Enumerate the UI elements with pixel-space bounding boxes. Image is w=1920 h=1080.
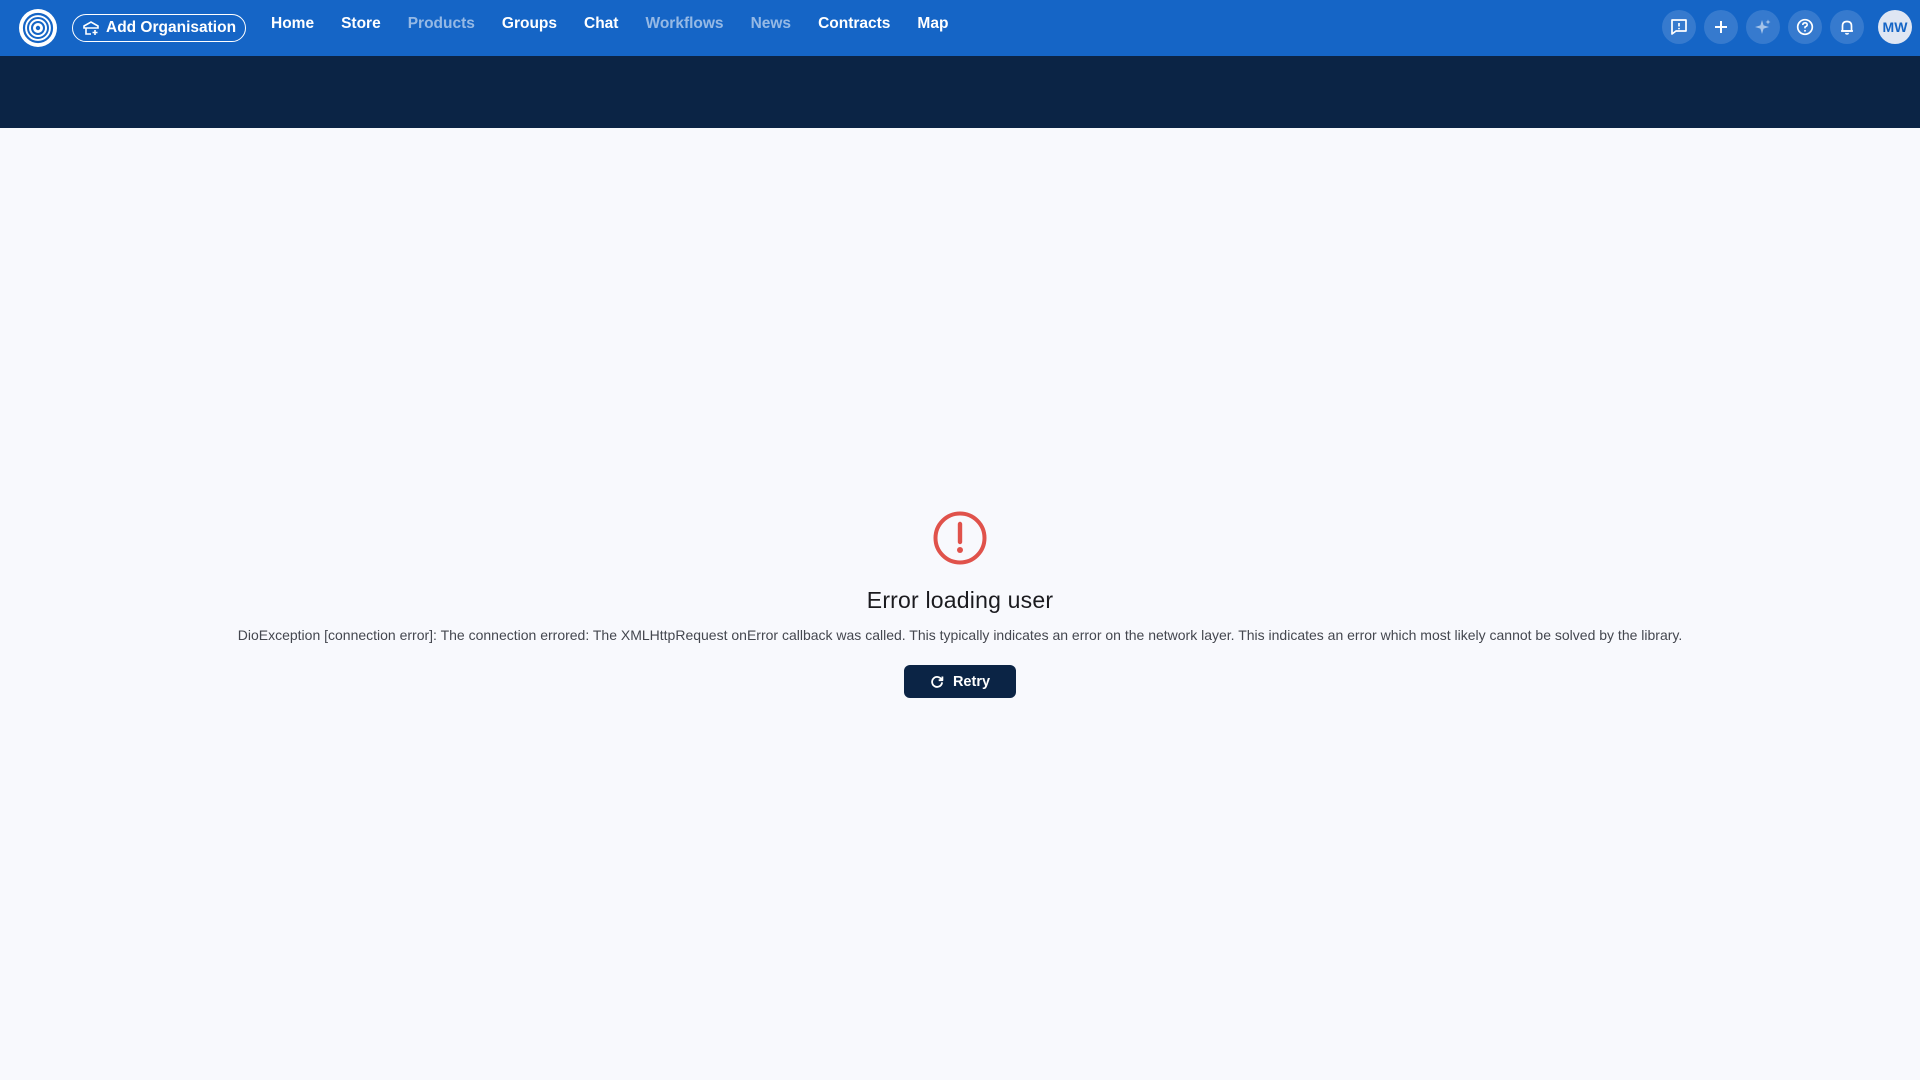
sparkle-icon [1755,19,1771,34]
header-actions: MW [1662,10,1912,44]
logo-icon [22,12,54,44]
nav-chat[interactable]: Chat [584,15,618,33]
nav-workflows[interactable]: Workflows [645,15,723,33]
plus-icon [1715,21,1727,33]
nav-contracts[interactable]: Contracts [818,15,890,33]
refresh-icon [931,675,944,688]
page-banner [0,56,1920,128]
app-logo[interactable] [19,9,57,47]
add-organisation-label: Add Organisation [106,19,237,36]
error-message: DioException [connection error]: The con… [237,627,1683,643]
nav-home[interactable]: Home [271,15,314,33]
add-organisation-icon [83,21,99,35]
nav-map[interactable]: Map [917,15,948,33]
retry-button[interactable]: Retry [904,665,1016,698]
add-organisation-button[interactable]: Add Organisation [72,14,246,42]
nav-store[interactable]: Store [341,15,381,33]
ai-assistant-button[interactable] [1746,10,1780,44]
help-icon [1796,18,1814,36]
nav-groups[interactable]: Groups [502,15,557,33]
error-state: Error loading user DioException [connect… [0,510,1920,698]
top-app-bar: Add Organisation Home Store Products Gro… [0,0,1920,56]
error-title: Error loading user [866,587,1054,613]
help-button[interactable] [1788,10,1822,44]
main-nav: Home Store Products Groups Chat Workflow… [271,0,975,48]
user-avatar[interactable]: MW [1878,10,1912,44]
notifications-button[interactable] [1830,10,1864,44]
nav-products[interactable]: Products [408,15,475,33]
feedback-icon [1671,19,1687,35]
alert-circle-icon [933,511,987,565]
nav-news[interactable]: News [751,15,792,33]
bell-icon [1841,20,1853,35]
add-button[interactable] [1704,10,1738,44]
feedback-button[interactable] [1662,10,1696,44]
retry-label: Retry [952,673,991,690]
